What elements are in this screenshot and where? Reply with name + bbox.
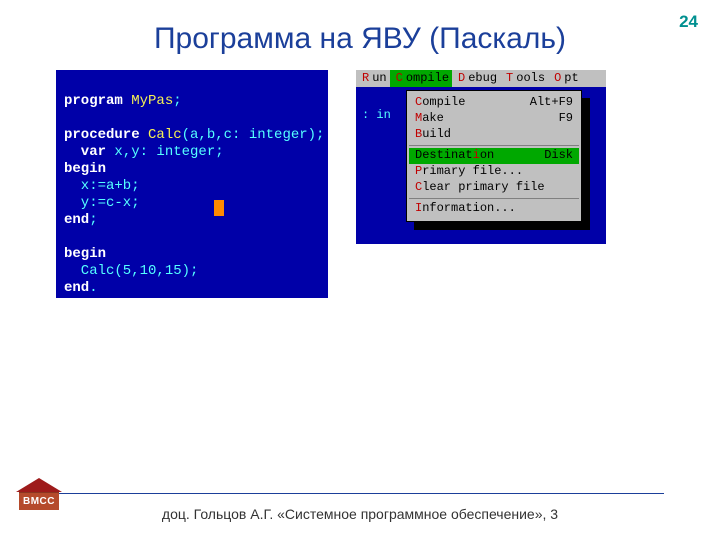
dd-primary[interactable]: Primary file... xyxy=(413,164,575,180)
prog-name: MyPas xyxy=(131,93,173,109)
dd-dest-value: Disk xyxy=(544,148,573,164)
stmt1: x:=a+b; xyxy=(64,178,140,194)
kw-end1: end xyxy=(64,212,89,228)
dot: . xyxy=(89,280,97,296)
menu-tools[interactable]: Tools xyxy=(500,70,548,87)
dd-compile-text: ompile xyxy=(422,95,465,109)
page-title: Программа на ЯВУ (Паскаль) xyxy=(0,0,720,70)
menu-compile[interactable]: Compile xyxy=(390,70,452,87)
menu-run[interactable]: RRunun xyxy=(356,70,390,87)
bmcc-logo: ВМСС xyxy=(16,478,62,510)
dd-compile-shortcut: Alt+F9 xyxy=(530,95,573,111)
text-cursor xyxy=(214,200,224,216)
dd-build-text: uild xyxy=(422,127,451,141)
kw-end2: end xyxy=(64,280,89,296)
logo-text: ВМСС xyxy=(19,492,59,510)
logo-roof-icon xyxy=(16,478,62,492)
ide-menubar: RRunun Compile Debug Tools Opt xyxy=(356,70,606,87)
proc-name: Calc xyxy=(148,127,182,143)
dd-clear[interactable]: Clear primary file xyxy=(413,180,575,196)
kw-begin1: begin xyxy=(64,161,106,177)
dd-dest-t1: Destinat xyxy=(415,148,473,162)
pascal-code-editor: program MyPas; procedure Calc(a,b,c: int… xyxy=(56,70,328,298)
kw-program: program xyxy=(64,93,131,109)
dd-primary-text: rimary file... xyxy=(422,164,523,178)
kw-procedure: procedure xyxy=(64,127,148,143)
ide-screenshot: RRunun Compile Debug Tools Opt : in Comp… xyxy=(356,70,606,244)
dd-build[interactable]: Build xyxy=(413,127,575,143)
menu-opt[interactable]: Opt xyxy=(548,70,582,87)
content-panels: program MyPas; procedure Calc(a,b,c: int… xyxy=(0,70,720,298)
var-decl: x,y: integer; xyxy=(114,144,223,160)
semi2: ; xyxy=(89,212,97,228)
dd-make-shortcut: F9 xyxy=(559,111,573,127)
stmt2: y:=c-x; xyxy=(64,195,140,211)
dd-clear-text: lear primary file xyxy=(422,180,544,194)
dd-info-text: nformation... xyxy=(422,201,516,215)
dd-make-text: ake xyxy=(422,111,444,125)
dd-sep2 xyxy=(409,198,579,199)
kw-var: var xyxy=(64,144,114,160)
dd-sep1 xyxy=(409,145,579,146)
semi1: ; xyxy=(173,93,181,109)
dd-info[interactable]: Information... xyxy=(413,201,575,217)
footer-divider xyxy=(56,493,664,494)
dd-make[interactable]: Make F9 xyxy=(413,111,575,127)
footer-text: доц. Гольцов А.Г. «Системное программное… xyxy=(0,506,720,522)
slide-number: 24 xyxy=(679,12,698,32)
hot-c: C xyxy=(393,70,406,86)
dd-dest-t2: on xyxy=(480,148,494,162)
menu-debug[interactable]: Debug xyxy=(452,70,500,87)
dd-dest-hot: i xyxy=(473,148,480,162)
call: Calc(5,10,15); xyxy=(64,263,198,279)
hot-d: D xyxy=(455,70,468,86)
hot-t: T xyxy=(503,70,516,86)
dd-destination[interactable]: Destination Disk xyxy=(409,148,579,164)
kw-begin2: begin xyxy=(64,246,106,262)
ide-bg-code: : in xyxy=(362,108,391,123)
proc-sig: (a,b,c: integer); xyxy=(182,127,325,143)
dd-compile[interactable]: Compile Alt+F9 xyxy=(413,95,575,111)
hot-o: O xyxy=(551,70,564,86)
compile-dropdown: Compile Alt+F9 Make F9 Build Destination… xyxy=(406,90,582,222)
hot-r: R xyxy=(359,70,372,86)
